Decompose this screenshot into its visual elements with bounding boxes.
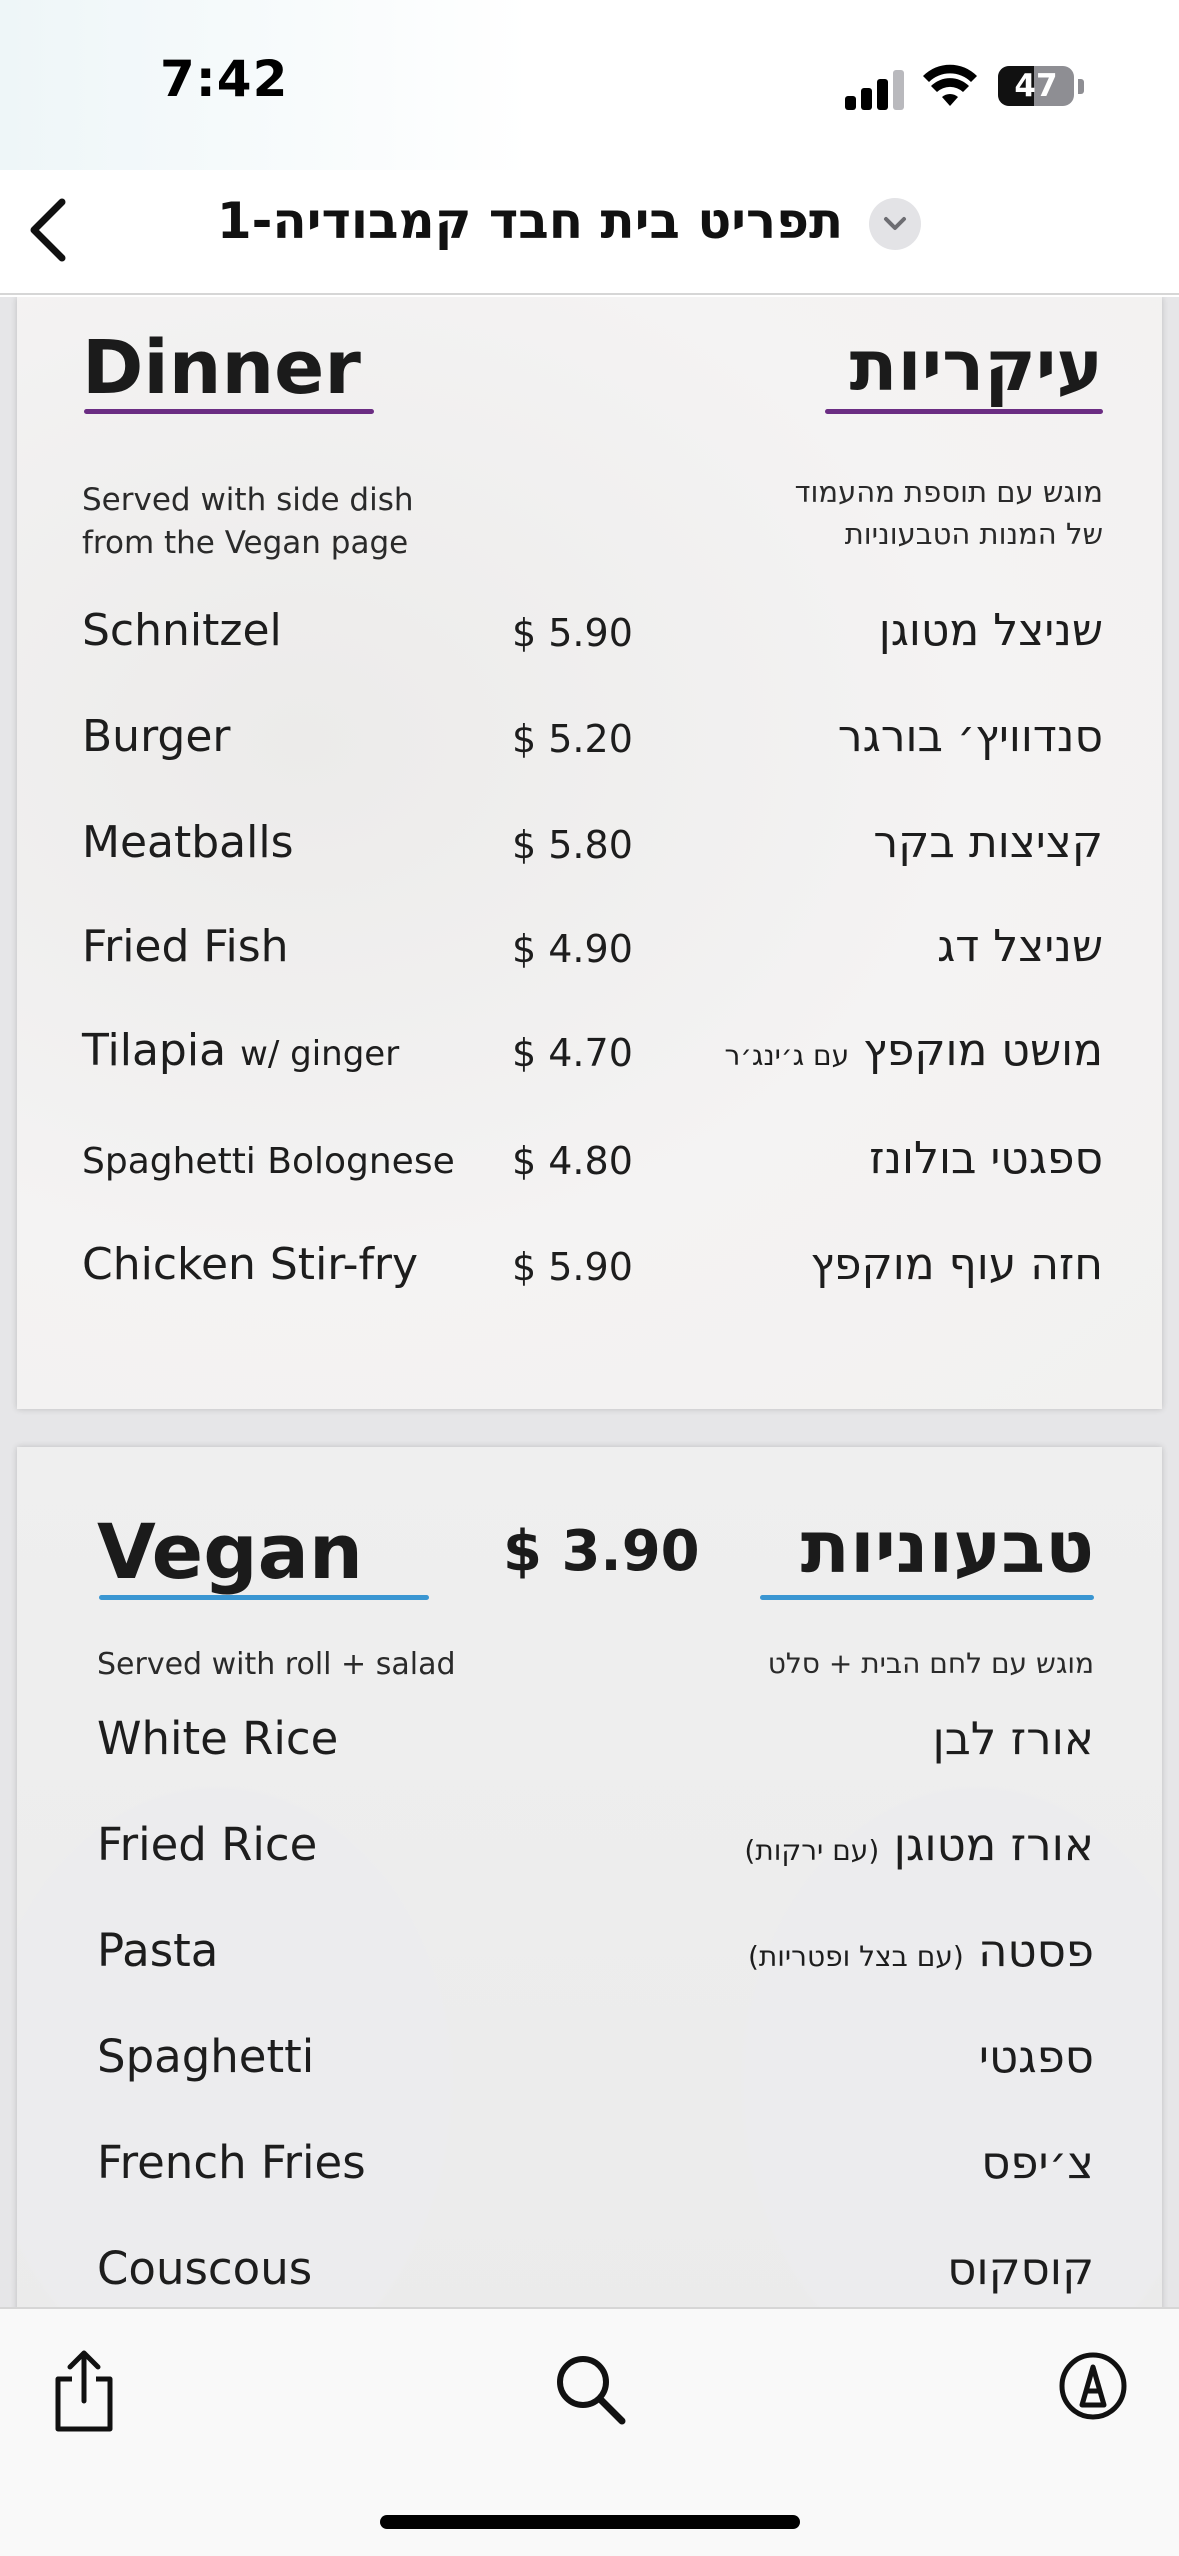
item-name-he: חזה עוף מוקפץ <box>810 1239 1103 1290</box>
item-name-he: פסטה (עם בצל ופטריות) <box>637 1924 1094 1977</box>
dinner-subtitle-he-line1: מוגש עם תוספת מהעמוד <box>794 475 1103 509</box>
search-icon[interactable] <box>552 2351 628 2427</box>
document-viewer[interactable]: Dinner עיקריות Served with side dish fro… <box>0 297 1179 2307</box>
vegan-title-underline-en <box>99 1595 429 1600</box>
vegan-subtitle-he: מוגש עם לחם הבית + סלט <box>767 1647 1094 1680</box>
vegan-subtitle-en: Served with roll + salad <box>97 1647 456 1682</box>
menu-item-row: French Fries צ׳יפס <box>17 2136 1162 2206</box>
item-price: $ 4.80 <box>512 1139 633 1183</box>
dinner-title-underline-he <box>825 409 1103 414</box>
item-price: $ 5.90 <box>512 1245 633 1289</box>
item-name-en: Schnitzel <box>82 605 282 656</box>
item-note-he: (עם ירקות) <box>744 1834 880 1867</box>
document-title[interactable]: תפריט בית חבד קמבודיה-1 <box>200 192 860 262</box>
item-name-en: Burger <box>82 711 231 762</box>
menu-item-row: Pasta פסטה (עם בצל ופטריות) <box>17 1924 1162 1994</box>
share-icon[interactable] <box>48 2349 120 2435</box>
vegan-title-underline-he <box>760 1595 1094 1600</box>
item-note-he: (עם בצל ופטריות) <box>747 1940 964 1973</box>
vegan-title-en: Vegan <box>97 1507 363 1596</box>
menu-item-row: Burger $ 5.20 סנדוויץ׳ בורגר <box>17 711 1162 781</box>
item-name-en: Chicken Stir-fry <box>82 1239 419 1290</box>
status-bar: 7:42 47 <box>0 0 1179 170</box>
signal-icon <box>845 70 905 110</box>
item-name-en: Spaghetti <box>97 2030 315 2083</box>
menu-item-row: Meatballs $ 5.80 קציצות בקר <box>17 817 1162 887</box>
item-name-he-main: פסטה <box>978 1924 1094 1977</box>
dinner-subtitle-en-line2: from the Vegan page <box>82 525 409 561</box>
battery-level: 47 <box>1014 68 1058 104</box>
item-name-en-main: Tilapia <box>82 1025 227 1076</box>
item-note-en: w/ ginger <box>240 1034 400 1074</box>
menu-item-row: Chicken Stir-fry $ 5.90 חזה עוף מוקפץ <box>17 1239 1162 1309</box>
item-name-he: צ׳יפס <box>981 2136 1094 2189</box>
dinner-title-en: Dinner <box>82 325 361 411</box>
item-name-he: ספגטי בולונז <box>869 1133 1103 1184</box>
item-name-en: White Rice <box>97 1712 339 1765</box>
item-name-he: אורז מטוגן (עם ירקות) <box>637 1818 1094 1871</box>
item-name-en: Spaghetti Bolognese <box>82 1141 455 1182</box>
item-name-he: אורז לבן <box>932 1712 1094 1765</box>
menu-item-row: Tilapia w/ ginger $ 4.70 מושט מוקפץ עם ג… <box>17 1025 1162 1095</box>
title-menu-button[interactable] <box>869 198 921 250</box>
item-name-he: שניצל דג <box>937 921 1103 972</box>
battery-icon: 47 <box>998 66 1074 106</box>
menu-item-row: Fried Rice אורז מטוגן (עם ירקות) <box>17 1818 1162 1888</box>
menu-page-vegan: Vegan $ 3.90 טבעוניות Served with roll +… <box>17 1447 1162 2307</box>
home-indicator <box>380 2515 800 2529</box>
dinner-title-underline-en <box>84 409 374 414</box>
item-name-en: Meatballs <box>82 817 294 868</box>
item-name-he-main: אורז מטוגן <box>893 1818 1094 1871</box>
item-name-en: Fried Fish <box>82 921 289 972</box>
item-price: $ 5.20 <box>512 717 633 761</box>
item-name-he: ספגטי <box>978 2030 1094 2083</box>
nav-bar: תפריט בית חבד קמבודיה-1 <box>0 170 1179 295</box>
menu-item-row: Fried Fish $ 4.90 שניצל דג <box>17 921 1162 991</box>
wifi-icon <box>923 64 977 106</box>
item-name-en: Tilapia w/ ginger <box>82 1025 399 1076</box>
menu-page-dinner: Dinner עיקריות Served with side dish fro… <box>17 297 1162 1409</box>
item-name-en: Pasta <box>97 1924 219 1977</box>
menu-item-row: Spaghetti Bolognese $ 4.80 ספגטי בולונז <box>17 1133 1162 1203</box>
vegan-title-he: טבעוניות <box>800 1505 1094 1589</box>
menu-item-row: Spaghetti ספגטי <box>17 2030 1162 2100</box>
item-name-he: קוסקוס <box>947 2242 1094 2295</box>
item-note-he: עם ג׳ינג׳ר <box>724 1039 850 1072</box>
item-name-en: Couscous <box>97 2242 313 2295</box>
item-name-en: French Fries <box>97 2136 366 2189</box>
dinner-subtitle-he-line2: של המנות הטבעוניות <box>844 517 1103 551</box>
item-name-he: סנדוויץ׳ בורגר <box>837 711 1103 762</box>
item-name-en: Fried Rice <box>97 1818 318 1871</box>
dinner-subtitle-en-line1: Served with side dish <box>82 482 414 518</box>
item-name-he: קציצות בקר <box>873 817 1103 868</box>
chevron-down-icon <box>884 217 906 230</box>
item-name-he: שניצל מטוגן <box>878 605 1103 656</box>
item-price: $ 4.90 <box>512 927 633 971</box>
dinner-title-he: עיקריות <box>849 325 1103 407</box>
item-price: $ 5.80 <box>512 823 633 867</box>
item-price: $ 5.90 <box>512 611 633 655</box>
battery-cap <box>1078 79 1084 94</box>
item-name-he: מושט מוקפץ עם ג׳ינג׳ר <box>637 1025 1103 1076</box>
item-name-he-main: מושט מוקפץ <box>863 1025 1103 1076</box>
chevron-left-icon[interactable] <box>18 190 78 270</box>
menu-item-row: Schnitzel $ 5.90 שניצל מטוגן <box>17 605 1162 675</box>
markup-icon[interactable] <box>1058 2351 1128 2421</box>
menu-item-row: Couscous קוסקוס <box>17 2242 1162 2307</box>
status-time: 7:42 <box>160 50 289 108</box>
item-price: $ 4.70 <box>512 1031 633 1075</box>
menu-item-row: White Rice אורז לבן <box>17 1712 1162 1782</box>
